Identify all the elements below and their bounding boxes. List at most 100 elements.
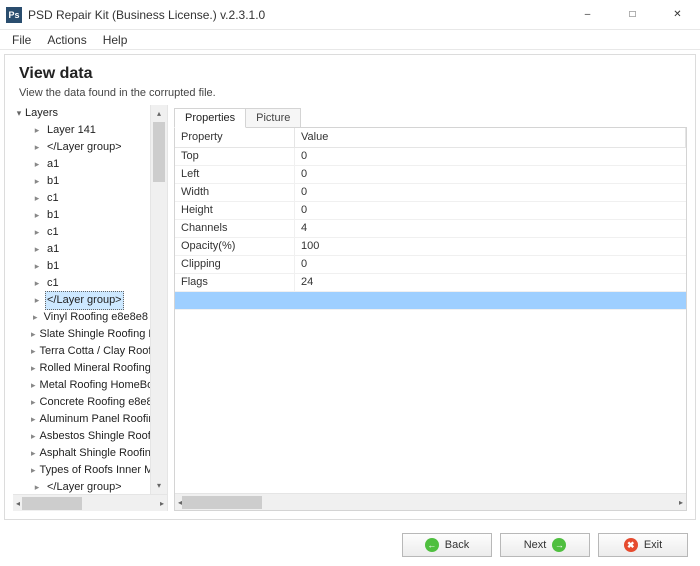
scroll-thumb[interactable]	[182, 496, 262, 509]
tree-item[interactable]: </Layer group>	[31, 292, 150, 309]
chevron-right-icon[interactable]	[31, 139, 43, 156]
tree-item-label: b1	[45, 173, 61, 190]
grid-header: Property Value	[175, 128, 686, 148]
tree-item-label: </Layer group>	[45, 139, 124, 156]
exit-button[interactable]: ✖ Exit	[598, 533, 688, 557]
cell-property: Clipping	[175, 256, 295, 273]
chevron-right-icon[interactable]	[31, 428, 36, 445]
grid-row[interactable]: Top0	[175, 148, 686, 166]
menu-actions[interactable]: Actions	[39, 31, 94, 49]
tree-item[interactable]: a1	[31, 156, 150, 173]
grid-row[interactable]: Width0	[175, 184, 686, 202]
next-label: Next	[524, 539, 547, 551]
tree-item[interactable]: c1	[31, 275, 150, 292]
chevron-right-icon[interactable]	[31, 122, 43, 139]
grid-row[interactable]: Channels4	[175, 220, 686, 238]
tab-picture[interactable]: Picture	[245, 108, 301, 127]
tree-item-label: </Layer group>	[45, 479, 124, 494]
tree-item[interactable]: Types of Roofs Inner Me	[31, 462, 150, 479]
tree-item-label: Asbestos Shingle Roofin	[38, 428, 150, 445]
chevron-right-icon[interactable]	[31, 190, 43, 207]
next-button[interactable]: Next →	[500, 533, 590, 557]
scroll-up-button[interactable]: ▴	[151, 105, 167, 122]
scroll-down-button[interactable]: ▾	[151, 477, 167, 494]
chevron-right-icon[interactable]	[31, 479, 43, 494]
grid-row[interactable]: Flags24	[175, 274, 686, 292]
grid-row[interactable]: Left0	[175, 166, 686, 184]
tree-horizontal-scrollbar[interactable]: ◂ ▸	[13, 494, 167, 511]
tree-item[interactable]: Asphalt Shingle Roofing	[31, 445, 150, 462]
tree-vertical-scrollbar[interactable]: ▴ ▾	[150, 105, 167, 494]
menu-file[interactable]: File	[4, 31, 39, 49]
tree-item[interactable]: </Layer group>	[31, 479, 150, 494]
tree-item[interactable]: Concrete Roofing e8e8e	[31, 394, 150, 411]
chevron-right-icon[interactable]	[31, 445, 36, 462]
grid-horizontal-scrollbar[interactable]: ◂ ▸	[175, 493, 686, 510]
tree-item[interactable]: c1	[31, 190, 150, 207]
tab-properties[interactable]: Properties	[174, 108, 246, 128]
scroll-thumb[interactable]	[153, 122, 165, 182]
grid-row[interactable]: Clipping0	[175, 256, 686, 274]
tree-item-label: Types of Roofs Inner Me	[38, 462, 150, 479]
chevron-right-icon[interactable]	[31, 343, 36, 360]
scroll-right-button[interactable]: ▸	[679, 498, 683, 507]
chevron-right-icon[interactable]	[31, 292, 43, 309]
grid-row[interactable]: Opacity(%)100	[175, 238, 686, 256]
chevron-right-icon[interactable]	[31, 360, 36, 377]
tree-item[interactable]: Metal Roofing HomeBoo	[31, 377, 150, 394]
chevron-right-icon[interactable]	[31, 462, 36, 479]
grid-row[interactable]: Height0	[175, 202, 686, 220]
chevron-right-icon[interactable]	[31, 309, 40, 326]
chevron-right-icon[interactable]	[31, 377, 36, 394]
tree-item-label: c1	[45, 224, 61, 241]
scroll-right-button[interactable]: ▸	[160, 499, 164, 508]
chevron-right-icon[interactable]	[31, 224, 43, 241]
tree-item[interactable]: Asbestos Shingle Roofin	[31, 428, 150, 445]
col-value[interactable]: Value	[295, 128, 686, 147]
tree-item[interactable]: a1	[31, 241, 150, 258]
tree-item[interactable]: Rolled Mineral Roofing e	[31, 360, 150, 377]
tree-item[interactable]: Aluminum Panel Roofing	[31, 411, 150, 428]
chevron-right-icon[interactable]	[31, 394, 36, 411]
back-button[interactable]: ← Back	[402, 533, 492, 557]
chevron-right-icon[interactable]	[31, 326, 36, 343]
tree-item[interactable]: Vinyl Roofing e8e8e8	[31, 309, 150, 326]
cell-property: Flags	[175, 274, 295, 291]
tree-item[interactable]: c1	[31, 224, 150, 241]
tree-root-label[interactable]: Layers	[25, 105, 58, 122]
chevron-down-icon[interactable]	[13, 105, 25, 122]
chevron-right-icon[interactable]	[31, 173, 43, 190]
tree-item-label: Aluminum Panel Roofing	[38, 411, 150, 428]
chevron-right-icon[interactable]	[31, 156, 43, 173]
chevron-right-icon[interactable]	[31, 241, 43, 258]
col-property[interactable]: Property	[175, 128, 295, 147]
grid-row-selected-empty[interactable]	[175, 292, 686, 310]
scroll-thumb[interactable]	[22, 497, 82, 510]
cell-value: 0	[295, 256, 686, 273]
chevron-right-icon[interactable]	[31, 411, 36, 428]
tree-panel: Layers Layer 141</Layer group>a1b1c1b1c1…	[13, 105, 168, 511]
tree-item-label: c1	[45, 190, 61, 207]
tree-item[interactable]: </Layer group>	[31, 139, 150, 156]
chevron-right-icon[interactable]	[31, 275, 43, 292]
tree-item[interactable]: Layer 141	[31, 122, 150, 139]
cell-value: 0	[295, 166, 686, 183]
chevron-right-icon[interactable]	[31, 258, 43, 275]
minimize-button[interactable]: –	[565, 0, 610, 30]
tree-item[interactable]: Slate Shingle Roofing Ho	[31, 326, 150, 343]
page-title: View data	[19, 65, 681, 83]
tree-item[interactable]: Terra Cotta / Clay Roofi	[31, 343, 150, 360]
menu-help[interactable]: Help	[95, 31, 136, 49]
tree-item[interactable]: b1	[31, 207, 150, 224]
tab-strip: Properties Picture	[174, 105, 687, 127]
layers-tree[interactable]: Layers Layer 141</Layer group>a1b1c1b1c1…	[13, 105, 150, 494]
maximize-button[interactable]: □	[610, 0, 655, 30]
tree-item[interactable]: b1	[31, 258, 150, 275]
tree-item-label: c1	[45, 275, 61, 292]
cell-value: 0	[295, 202, 686, 219]
scroll-left-button[interactable]: ◂	[16, 499, 20, 508]
close-button[interactable]: ✕	[655, 0, 700, 30]
chevron-right-icon[interactable]	[31, 207, 43, 224]
cell-value: 4	[295, 220, 686, 237]
tree-item[interactable]: b1	[31, 173, 150, 190]
